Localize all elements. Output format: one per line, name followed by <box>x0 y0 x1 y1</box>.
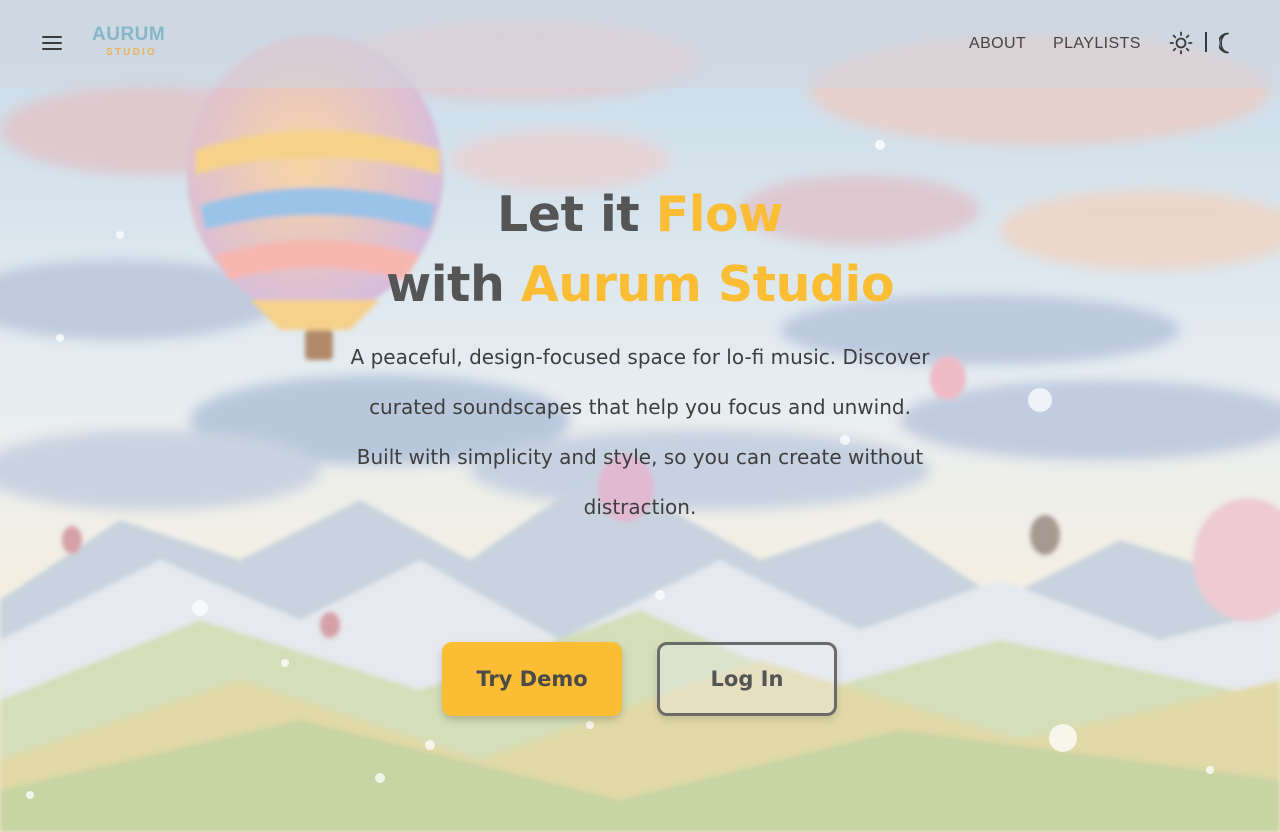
nav-link-about[interactable]: ABOUT <box>969 35 1026 53</box>
nav-link-playlists[interactable]: PLAYLISTS <box>1053 35 1141 53</box>
logo-subtitle: STUDIO <box>106 47 157 58</box>
hero-description: A peaceful, design-focused space for lo-… <box>340 332 940 532</box>
hero-paragraph-1: A peaceful, design-focused space for lo-… <box>350 345 930 419</box>
hero-title-accent-2: Aurum Studio <box>520 256 895 313</box>
hero-title-accent-1: Flow <box>655 186 784 243</box>
try-demo-button[interactable]: Try Demo <box>442 642 622 716</box>
logo[interactable]: AURUM STUDIO <box>92 24 172 64</box>
log-in-button[interactable]: Log In <box>657 642 837 716</box>
logo-wordmark: AURUM <box>92 24 166 45</box>
hero-title-line-1: Let it Flow <box>0 180 1280 250</box>
moon-icon[interactable] <box>1217 31 1241 55</box>
top-nav-bar: AURUM STUDIO ABOUT PLAYLISTS <box>0 0 1280 88</box>
sun-icon[interactable] <box>1169 31 1193 55</box>
hamburger-menu-icon[interactable] <box>42 34 64 52</box>
hero-title-line-2: with Aurum Studio <box>0 250 1280 320</box>
hero-title: Let it Flow with Aurum Studio <box>0 180 1280 320</box>
hero-title-plain-2: with <box>385 256 521 313</box>
hero-title-plain-1: Let it <box>497 186 656 243</box>
hero-paragraph-2: Built with simplicity and style, so you … <box>356 445 924 519</box>
theme-toggle-divider <box>1205 32 1207 52</box>
